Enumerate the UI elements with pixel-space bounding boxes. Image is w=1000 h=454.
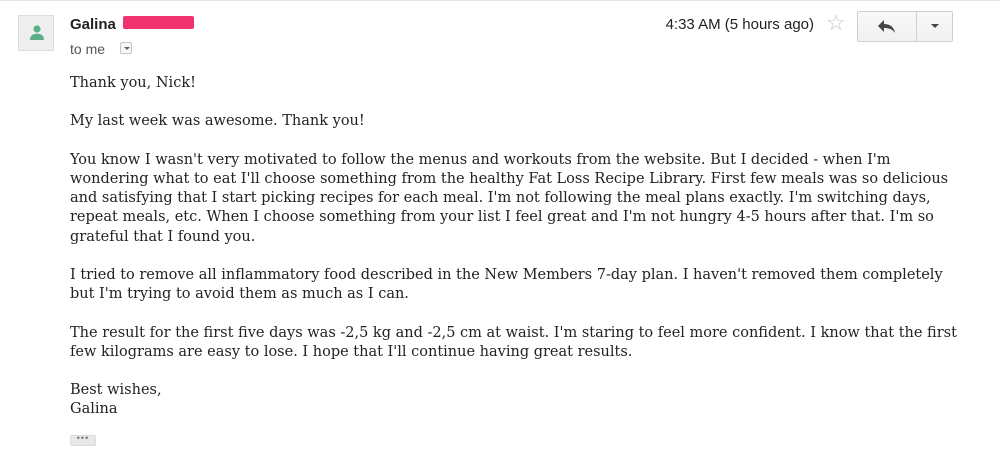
show-trimmed-content-button[interactable]: ••• [70,434,96,446]
message-body: Thank you, Nick! My last week was awesom… [70,74,970,420]
message-paragraph: You know I wasn't very motivated to foll… [70,151,949,245]
message-paragraph: My last week was awesome. Thank you! [70,113,365,130]
signoff: Best wishes, [70,382,162,399]
sender-avatar [18,15,54,51]
header-divider [0,0,1000,1]
star-outline-icon[interactable]: ☆ [826,12,846,34]
message-paragraph: I tried to remove all inflammatory food … [70,266,943,303]
sender-name[interactable]: Galina [70,16,116,33]
message-timestamp: 4:33 AM (5 hours ago) [665,16,814,33]
redacted-surname [123,16,194,29]
message-actions [857,11,953,42]
recipient-label: to me [70,41,106,57]
message-paragraph: Thank you, Nick! [70,75,196,91]
more-options-button[interactable] [917,12,952,41]
reply-button[interactable] [858,12,916,41]
person-icon [30,25,44,40]
message-paragraph: The result for the first five days was -… [70,324,957,360]
show-details-button[interactable] [120,42,132,54]
signature: Galina [70,401,118,418]
reply-arrow-icon [878,20,895,33]
